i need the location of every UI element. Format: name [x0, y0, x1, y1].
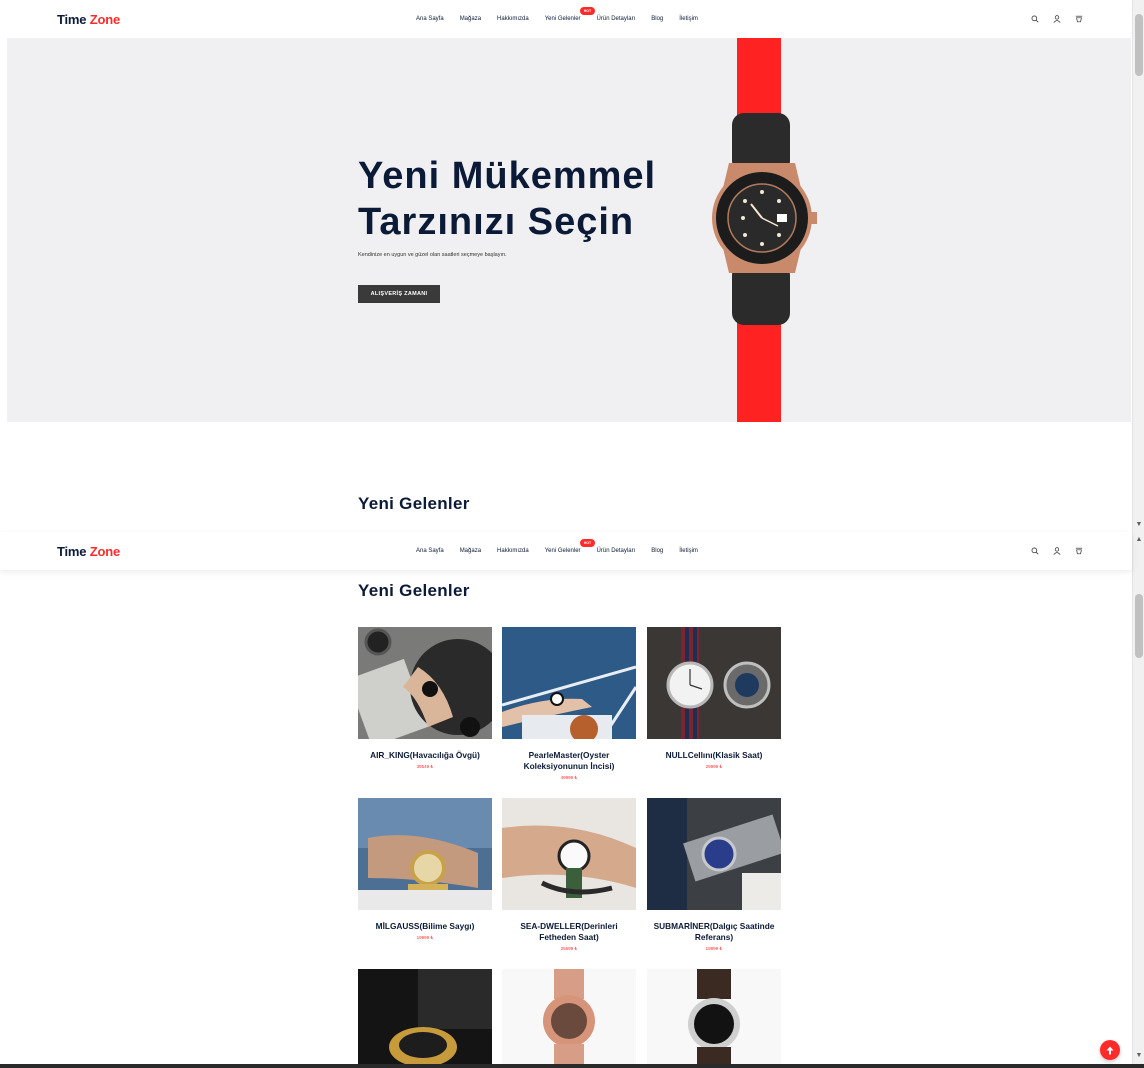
hero-title: Yeni Mükemmel Tarzınızı Seçin	[358, 153, 656, 245]
nav-label: Hakkımızda	[497, 16, 529, 22]
nav-label: Yeni Gelenler	[544, 16, 581, 22]
product-card[interactable]	[502, 969, 636, 1064]
user-icon[interactable]	[1052, 14, 1062, 24]
nav-item-about[interactable]: Hakkımızda	[497, 16, 529, 22]
nav-label: İletişim	[679, 548, 698, 554]
taskbar-strip	[0, 1064, 1144, 1068]
nav-item-new-arrivals[interactable]: Yeni Gelenler HOT	[544, 539, 596, 554]
scroll-to-top-button[interactable]	[1100, 1040, 1120, 1060]
product-image[interactable]	[647, 798, 781, 910]
user-icon[interactable]	[1052, 546, 1062, 556]
nav-label: Ana Sayfa	[416, 16, 444, 22]
logo-zone: Zone	[89, 543, 120, 559]
product-price: 49999 ₺	[560, 775, 578, 780]
product-price: 29999 ₺	[705, 764, 723, 769]
product-card[interactable]: SUBMARİNER(Dalgıç Saatinde Referans) 199…	[647, 798, 781, 952]
nav-item-new-arrivals[interactable]: Yeni Gelenler HOT	[544, 7, 596, 22]
scrollbar-top[interactable]: ▼	[1132, 0, 1144, 534]
nav-label: Ürün Detayları	[596, 16, 636, 22]
product-card[interactable]: NULLCellını(Klasik Saat) 29999 ₺	[647, 627, 781, 770]
product-card[interactable]: MİLGAUSS(Bilime Saygı) 19999 ₺	[358, 798, 492, 941]
nav-item-blog[interactable]: Blog	[651, 16, 663, 22]
nav-item-product-details[interactable]: Ürün Detayları	[597, 16, 636, 22]
product-name[interactable]: AIR_KING(Havacılığa Övgü)	[358, 750, 492, 761]
main-nav: Ana Sayfa Mağaza Hakkımızda Yeni Gelenle…	[416, 539, 714, 554]
page: Time Zone Ana Sayfa Mağaza Hakkımızda Ye…	[0, 0, 1144, 1068]
product-image[interactable]	[358, 969, 492, 1064]
product-image[interactable]	[502, 969, 636, 1064]
nav-label: Yeni Gelenler	[544, 548, 581, 554]
logo[interactable]: Time Zone	[57, 12, 120, 27]
product-image[interactable]	[647, 969, 781, 1064]
product-name[interactable]: PearleMaster(Oyster Koleksiyonunun İncis…	[502, 750, 636, 772]
nav-label: Ürün Detayları	[596, 548, 636, 554]
logo-time: Time	[57, 11, 87, 27]
nav-item-blog[interactable]: Blog	[651, 548, 663, 554]
sticky-header: Time Zone Ana Sayfa Mağaza Hakkımızda Ye…	[0, 532, 1132, 570]
nav-item-product-details[interactable]: Ürün Detayları	[597, 548, 636, 554]
nav-label: Mağaza	[459, 16, 482, 22]
header-icons	[1030, 14, 1084, 24]
product-price: 39549 ₺	[416, 764, 434, 769]
nav-item-contact[interactable]: İletişim	[679, 548, 698, 554]
scrollbar-thumb[interactable]	[1135, 14, 1143, 76]
scroll-down-arrow-icon[interactable]: ▼	[1133, 1050, 1144, 1062]
shop-now-button[interactable]: ALIŞVERİŞ ZAMANI	[358, 285, 440, 303]
product-card[interactable]: AIR_KING(Havacılığa Övgü) 39549 ₺	[358, 627, 492, 770]
search-icon[interactable]	[1030, 14, 1040, 24]
product-card[interactable]: PearleMaster(Oyster Koleksiyonunun İncis…	[502, 627, 636, 781]
product-name[interactable]: MİLGAUSS(Bilime Saygı)	[358, 921, 492, 932]
product-price: 19999 ₺	[416, 935, 434, 940]
hero-banner: Yeni Mükemmel Tarzınızı Seçin Kendinize …	[7, 38, 1131, 422]
nav-label: Mağaza	[459, 548, 482, 554]
nav-label: Blog	[651, 548, 664, 554]
nav-label: İletişim	[679, 16, 698, 22]
section-title: Yeni Gelenler	[358, 581, 470, 600]
header-icons	[1030, 546, 1084, 556]
hero-subtitle: Kendinize en uygun ve güzel olan saatler…	[358, 252, 507, 258]
top-header: Time Zone Ana Sayfa Mağaza Hakkımızda Ye…	[0, 0, 1132, 38]
hot-badge: HOT	[579, 539, 596, 547]
hot-badge: HOT	[579, 7, 596, 15]
nav-label: Hakkımızda	[497, 548, 529, 554]
logo-time: Time	[57, 543, 87, 559]
cart-icon[interactable]	[1074, 14, 1084, 24]
arrow-up-icon	[1106, 1046, 1114, 1054]
product-name[interactable]: NULLCellını(Klasik Saat)	[647, 750, 781, 761]
hero-title-line-2: Tarzınızı Seçin	[358, 201, 635, 243]
product-price: 19999 ₺	[705, 946, 723, 951]
cart-icon[interactable]	[1074, 546, 1084, 556]
product-price: 25699 ₺	[560, 946, 578, 951]
product-card[interactable]: SEA-DWELLER(Derinleri Fetheden Saat) 256…	[502, 798, 636, 952]
scroll-down-arrow-icon[interactable]: ▼	[1133, 519, 1144, 531]
scrollbar-thumb[interactable]	[1135, 594, 1143, 658]
hero-watch-image	[712, 113, 817, 325]
nav-item-shop[interactable]: Mağaza	[460, 16, 481, 22]
hero-title-line-1: Yeni Mükemmel	[358, 155, 657, 197]
section-title-top: Yeni Gelenler	[358, 494, 470, 513]
product-card[interactable]	[358, 969, 492, 1064]
logo[interactable]: Time Zone	[57, 544, 120, 559]
product-image[interactable]	[502, 798, 636, 910]
product-name[interactable]: SEA-DWELLER(Derinleri Fetheden Saat)	[502, 921, 636, 943]
product-image[interactable]	[358, 627, 492, 739]
nav-item-home[interactable]: Ana Sayfa	[416, 16, 444, 22]
product-image[interactable]	[502, 627, 636, 739]
scrollbar-bottom[interactable]: ▲ ▼	[1132, 534, 1144, 1064]
scroll-up-arrow-icon[interactable]: ▲	[1133, 534, 1144, 546]
product-name[interactable]: SUBMARİNER(Dalgıç Saatinde Referans)	[647, 921, 781, 943]
nav-item-about[interactable]: Hakkımızda	[497, 548, 529, 554]
logo-zone: Zone	[89, 11, 120, 27]
nav-item-home[interactable]: Ana Sayfa	[416, 548, 444, 554]
product-card[interactable]	[647, 969, 781, 1064]
product-image[interactable]	[647, 627, 781, 739]
nav-item-contact[interactable]: İletişim	[679, 16, 698, 22]
nav-item-shop[interactable]: Mağaza	[460, 548, 481, 554]
product-image[interactable]	[358, 798, 492, 910]
nav-label: Blog	[651, 16, 664, 22]
nav-label: Ana Sayfa	[416, 548, 444, 554]
search-icon[interactable]	[1030, 546, 1040, 556]
main-nav: Ana Sayfa Mağaza Hakkımızda Yeni Gelenle…	[416, 7, 714, 22]
